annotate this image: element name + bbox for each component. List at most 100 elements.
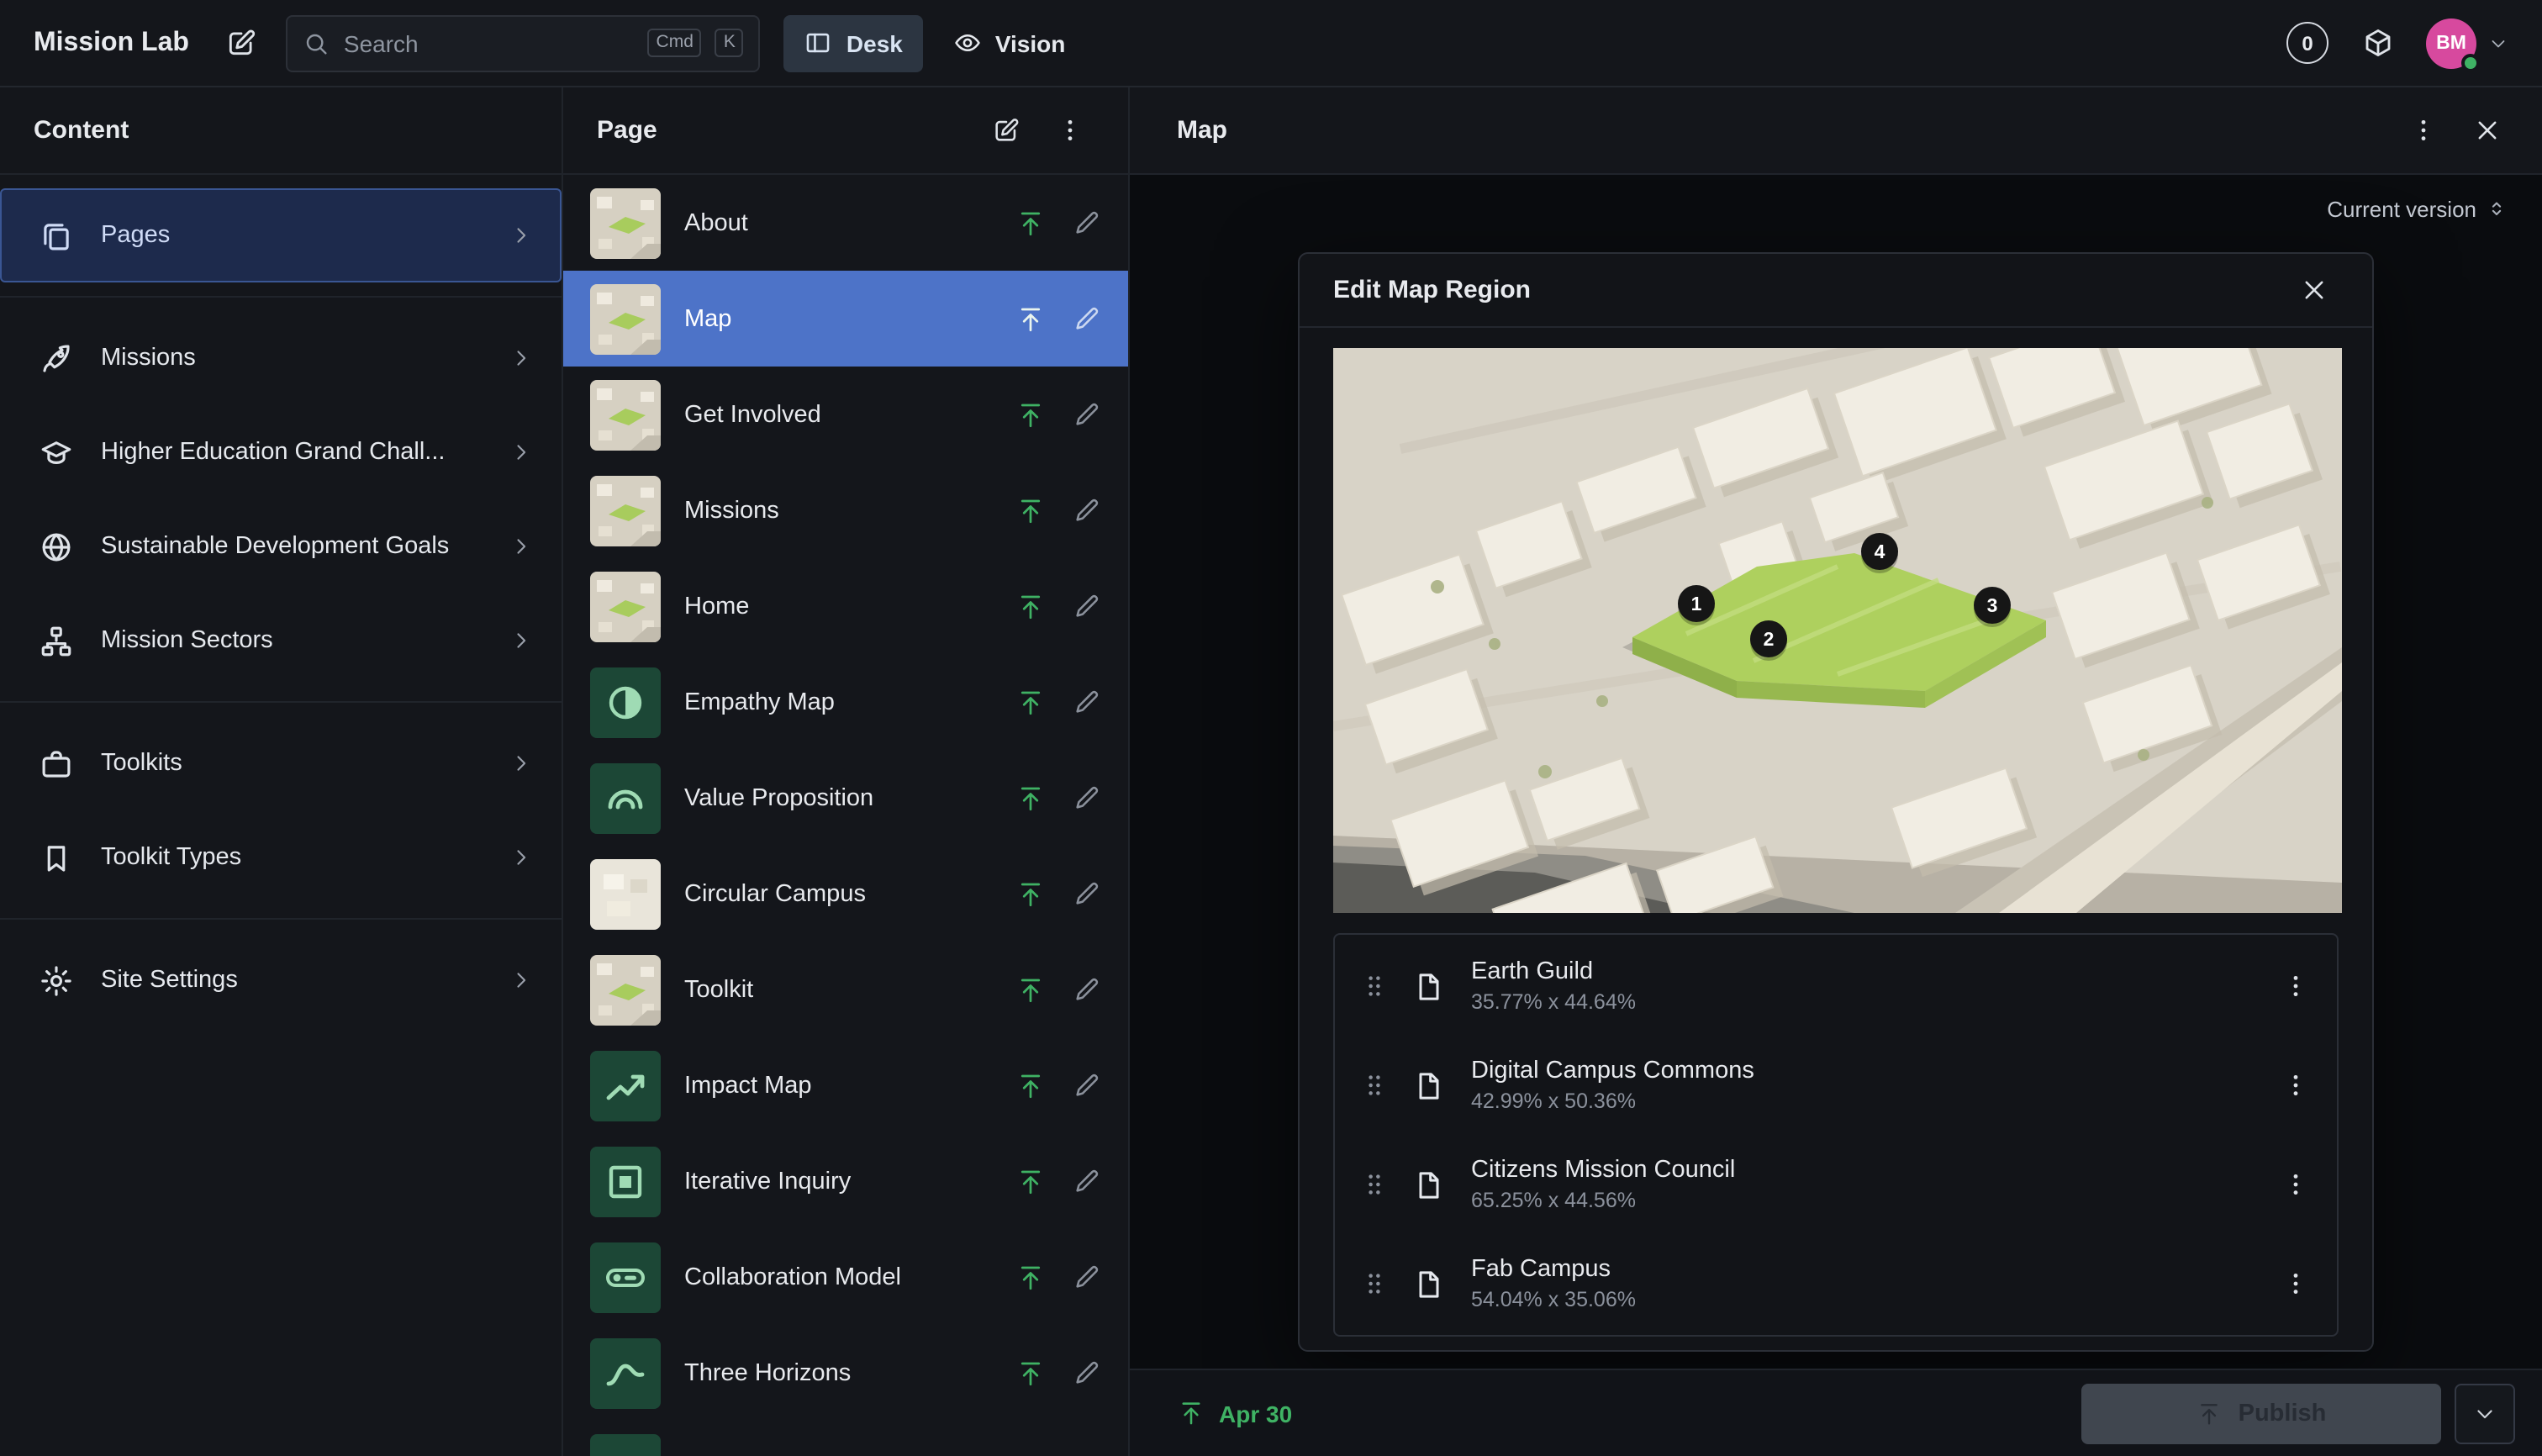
edit-icon[interactable] [1073,783,1101,812]
edit-icon[interactable] [1073,1263,1101,1291]
page-list-item-value-proposition[interactable]: Value Proposition [563,750,1128,846]
map-marker-1[interactable]: 1 [1678,585,1715,625]
region-row-citizens-mission-council[interactable]: Citizens Mission Council 65.25% x 44.56% [1335,1135,2337,1234]
edit-icon[interactable] [1073,400,1101,429]
divider [0,701,562,703]
compose-button[interactable] [216,18,266,68]
edit-icon[interactable] [1073,879,1101,908]
publish-icon[interactable] [1015,974,1046,1005]
version-selector[interactable]: Current version [1130,175,2542,242]
publish-status[interactable]: Apr 30 [1177,1399,1292,1427]
education-icon [39,435,74,470]
drag-handle-icon[interactable] [1362,973,1387,999]
publish-icon[interactable] [1015,1262,1046,1292]
page-title: Missions [684,497,779,524]
map-preview-image[interactable]: 1 2 3 4 [1333,348,2342,913]
content-sidebar: Content Pages Missions Higher Education … [0,87,563,1456]
dialog-close-button[interactable] [2288,265,2339,315]
sidebar-item-sustainable-development-goals[interactable]: Sustainable Development Goals [0,499,562,593]
bookmark-icon [39,840,74,875]
sidebar-item-toolkits[interactable]: Toolkits [0,716,562,810]
close-document-button[interactable] [2461,105,2512,156]
page-thumbnail [590,475,661,546]
page-title: Three Horizons [684,1359,852,1386]
tab-vision[interactable]: Vision [933,14,1086,71]
edit-icon[interactable] [1073,1167,1101,1195]
chevron-right-icon [509,968,533,992]
page-list-item-collaboration-model[interactable]: Collaboration Model [563,1229,1128,1325]
region-row-earth-guild[interactable]: Earth Guild 35.77% x 44.64% [1335,936,2337,1036]
notifications-badge[interactable]: 0 [2286,22,2328,64]
edit-icon[interactable] [1073,975,1101,1004]
region-menu-button[interactable] [2270,1258,2320,1309]
region-size: 35.77% x 44.64% [1471,990,1636,1014]
edit-icon[interactable] [1073,1358,1101,1387]
page-list-item-toolkit[interactable]: Toolkit [563,942,1128,1037]
page-title: Iterative Inquiry [684,1168,852,1195]
edit-icon[interactable] [1073,496,1101,525]
user-menu[interactable]: BM [2426,18,2508,71]
sidebar-item-mission-sectors[interactable]: Mission Sectors [0,593,562,688]
publish-icon[interactable] [1015,495,1046,525]
edit-icon[interactable] [1073,1071,1101,1100]
page-list-item-get-involved[interactable]: Get Involved [563,367,1128,462]
sidebar-item-missions[interactable]: Missions [0,311,562,405]
page-thumbnail [590,1146,661,1216]
region-row-fab-campus[interactable]: Fab Campus 54.04% x 35.06% [1335,1234,2337,1333]
new-page-button[interactable] [980,105,1031,156]
page-list-item-map[interactable]: Map [563,271,1128,367]
drag-handle-icon[interactable] [1362,1172,1387,1197]
publish-icon[interactable] [1015,1070,1046,1100]
edit-icon[interactable] [1073,304,1101,333]
chevron-right-icon [509,846,533,869]
map-marker-3[interactable]: 3 [1974,587,2011,627]
region-menu-button[interactable] [2270,1060,2320,1110]
sidebar-item-toolkit-types[interactable]: Toolkit Types [0,810,562,905]
publish-icon[interactable] [1015,1358,1046,1388]
page-list-item-home[interactable]: Home [563,558,1128,654]
page-list-item-circular-campus[interactable]: Circular Campus [563,846,1128,942]
publish-button[interactable]: Publish [2081,1383,2441,1443]
edit-icon[interactable] [1073,208,1101,237]
publish-icon[interactable] [1015,1166,1046,1196]
avatar[interactable]: BM [2426,18,2480,71]
publish-icon[interactable] [1015,878,1046,909]
search-input[interactable] [343,29,635,56]
chevron-right-icon [509,752,533,775]
region-menu-button[interactable] [2270,961,2320,1011]
page-list-item-iterative-inquiry[interactable]: Iterative Inquiry [563,1133,1128,1229]
drag-handle-icon[interactable] [1362,1073,1387,1098]
sidebar-item-pages[interactable]: Pages [0,188,562,282]
page-list-item-theory-of-change[interactable]: Theory of Change [563,1421,1128,1456]
publish-icon[interactable] [1015,687,1046,717]
page-list-menu-button[interactable] [1044,105,1094,156]
publish-icon[interactable] [1015,591,1046,621]
page-title: Impact Map [684,1072,812,1099]
tab-desk[interactable]: Desk [783,14,923,71]
package-button[interactable] [2352,18,2402,68]
map-marker-2[interactable]: 2 [1750,620,1787,661]
drag-handle-icon[interactable] [1362,1271,1387,1296]
page-list-item-missions[interactable]: Missions [563,462,1128,558]
topbar-right: 0 BM [2286,18,2508,71]
page-list-item-empathy-map[interactable]: Empathy Map [563,654,1128,750]
page-thumbnail [590,858,661,929]
sidebar-item-site-settings[interactable]: Site Settings [0,933,562,1027]
page-list-item-three-horizons[interactable]: Three Horizons [563,1325,1128,1421]
region-menu-button[interactable] [2270,1159,2320,1210]
publish-options-button[interactable] [2455,1383,2515,1443]
document-menu-button[interactable] [2397,105,2448,156]
online-status-dot [2461,53,2480,71]
page-list-item-impact-map[interactable]: Impact Map [563,1037,1128,1133]
publish-icon[interactable] [1015,208,1046,238]
search-box[interactable]: Cmd K [286,14,761,71]
publish-icon[interactable] [1015,303,1046,334]
edit-icon[interactable] [1073,688,1101,716]
publish-icon[interactable] [1015,783,1046,813]
map-marker-4[interactable]: 4 [1861,533,1898,573]
edit-icon[interactable] [1073,592,1101,620]
region-row-digital-campus-commons[interactable]: Digital Campus Commons 42.99% x 50.36% [1335,1036,2337,1135]
page-list-item-about[interactable]: About [563,175,1128,271]
publish-icon[interactable] [1015,399,1046,430]
sidebar-item-higher-education-grand-chall[interactable]: Higher Education Grand Chall... [0,405,562,499]
